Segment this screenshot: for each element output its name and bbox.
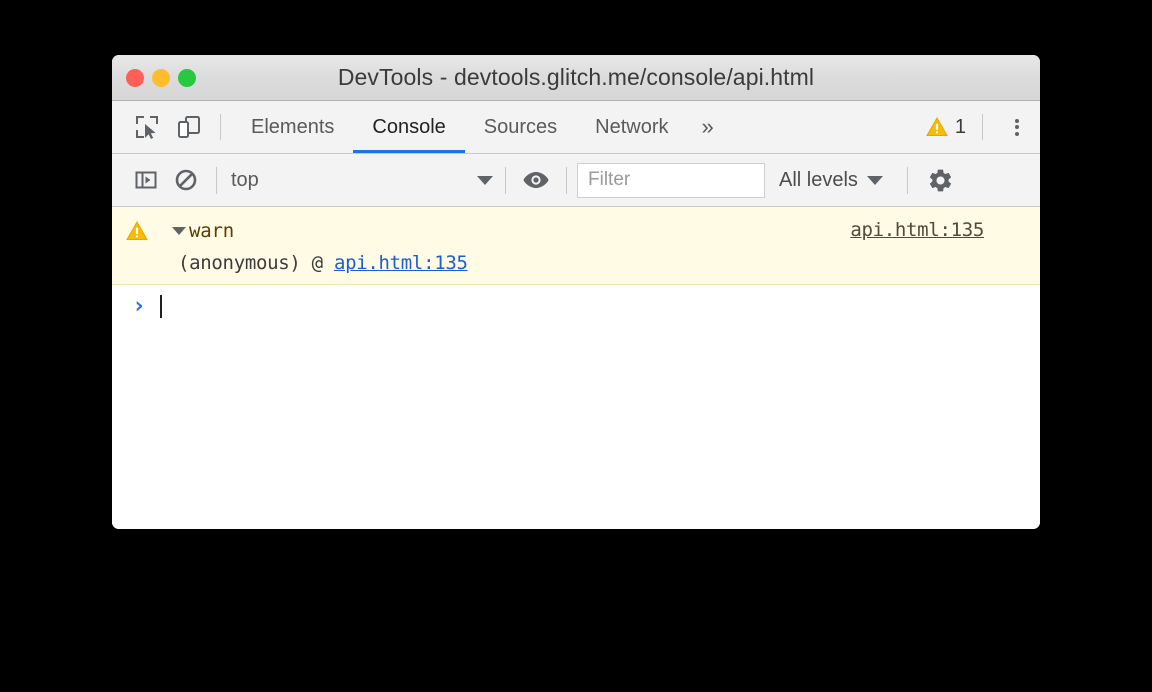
clear-console-button[interactable]: [166, 160, 206, 200]
execution-context-value: top: [231, 168, 259, 191]
console-sidebar-toggle-icon: [135, 171, 157, 189]
live-expression-button[interactable]: [516, 160, 556, 200]
devtools-tabbar: Elements Console Sources Network » 1: [112, 101, 1040, 154]
inspect-element-button[interactable]: [126, 101, 168, 153]
tabbar-spacer: [728, 101, 926, 153]
clear-console-icon: [175, 169, 197, 191]
window-titlebar: DevTools - devtools.glitch.me/console/ap…: [112, 55, 1040, 101]
console-prompt-text-caret: [160, 294, 162, 318]
console-toolbar-divider-1: [216, 166, 217, 194]
console-message-stack-frame: (anonymous) @ api.html:135: [112, 252, 1040, 274]
traffic-light-group: [126, 68, 196, 87]
close-window-button[interactable]: [126, 68, 144, 87]
kebab-menu-icon: [1015, 116, 1019, 138]
warning-triangle-icon: [126, 221, 148, 240]
tabbar-divider: [220, 114, 221, 140]
device-toolbar-button[interactable]: [168, 101, 210, 153]
stack-frame-function-label: (anonymous) @: [178, 252, 334, 274]
console-sidebar-toggle-button[interactable]: [126, 160, 166, 200]
warning-triangle-icon: [926, 117, 948, 136]
message-expander-triangle-down-icon[interactable]: [172, 227, 186, 235]
warning-count-label: 1: [954, 115, 966, 138]
stack-frame-location-link[interactable]: api.html:135: [334, 252, 468, 274]
tab-elements[interactable]: Elements: [232, 101, 353, 153]
console-message-text: warn: [189, 220, 234, 242]
console-prompt-row[interactable]: ›: [112, 285, 1040, 327]
devtools-window: DevTools - devtools.glitch.me/console/ap…: [112, 55, 1040, 529]
console-prompt-chevron-icon: ›: [132, 293, 146, 319]
gear-icon: [930, 169, 952, 191]
tabbar-divider-2: [982, 114, 983, 140]
console-toolbar-divider-3: [566, 166, 567, 194]
console-toolbar-divider-4: [906, 166, 908, 194]
device-toolbar-icon: [178, 116, 200, 138]
window-title: DevTools - devtools.glitch.me/console/ap…: [337, 64, 815, 90]
minimize-window-button[interactable]: [152, 68, 170, 87]
more-tabs-button[interactable]: »: [688, 101, 728, 153]
console-toolbar-divider-2: [505, 166, 506, 194]
execution-context-select[interactable]: top: [227, 169, 495, 192]
console-message-area: warn api.html:135 (anonymous) @ api.html…: [112, 207, 1040, 529]
console-toolbar: top Filter All levels: [112, 154, 1040, 207]
log-level-value: All levels: [779, 168, 858, 191]
console-message-warning[interactable]: warn api.html:135 (anonymous) @ api.html…: [112, 207, 1040, 285]
log-level-select[interactable]: All levels: [765, 169, 897, 192]
tab-console[interactable]: Console: [353, 101, 466, 153]
console-settings-button[interactable]: [918, 167, 964, 194]
chevron-down-icon: [477, 175, 493, 185]
live-expression-eye-icon: [523, 172, 549, 188]
chevron-down-icon: [866, 175, 883, 185]
tab-sources[interactable]: Sources: [465, 101, 576, 153]
maximize-window-button[interactable]: [178, 68, 196, 87]
console-filter-input[interactable]: Filter: [577, 162, 765, 198]
warning-count-button[interactable]: 1: [926, 101, 972, 153]
devtools-main-menu-button[interactable]: [994, 101, 1040, 153]
inspect-element-icon: [136, 116, 158, 139]
tab-network[interactable]: Network: [576, 101, 687, 153]
console-message-source-link[interactable]: api.html:135: [850, 219, 984, 241]
